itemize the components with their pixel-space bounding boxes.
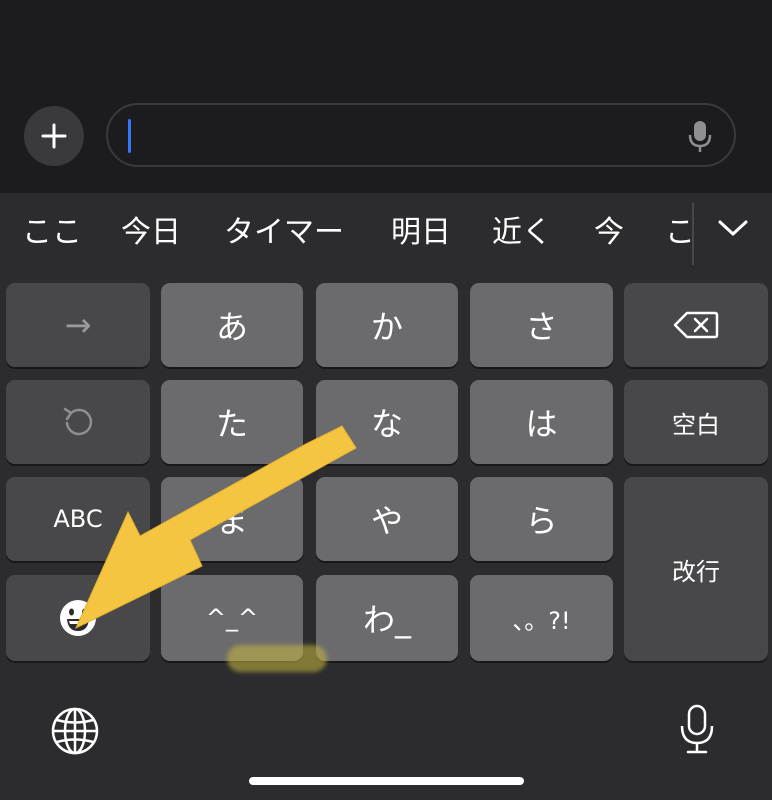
- suggestion-bar: ここ 今日 タイマー 明日 近く 今 こ: [0, 193, 772, 283]
- message-input[interactable]: [106, 103, 736, 167]
- undo-key[interactable]: [6, 380, 150, 464]
- key-label: や: [370, 502, 403, 540]
- home-indicator: [249, 777, 524, 785]
- suggestion-item[interactable]: ここ: [22, 213, 82, 253]
- backspace-icon: [673, 311, 719, 339]
- suggestion-item[interactable]: 今日: [121, 213, 181, 253]
- add-button[interactable]: [24, 106, 84, 166]
- key-sa[interactable]: さ: [470, 283, 613, 367]
- space-key[interactable]: 空白: [624, 380, 768, 464]
- chevron-down-icon[interactable]: [716, 217, 750, 239]
- cursor-right-key[interactable]: →: [6, 283, 150, 367]
- key-label: な: [370, 405, 403, 443]
- text-caret: [128, 119, 131, 153]
- key-label: さ: [525, 308, 558, 346]
- key-ha[interactable]: は: [470, 380, 613, 464]
- key-label: 空白: [672, 410, 720, 439]
- key-wa[interactable]: わ_: [316, 575, 458, 661]
- key-a[interactable]: あ: [161, 283, 303, 367]
- delete-key[interactable]: [624, 283, 768, 367]
- highlight-mark: [227, 645, 327, 672]
- punctuation-key[interactable]: 、。?!: [470, 575, 613, 661]
- key-label: か: [370, 308, 403, 346]
- suggestion-item[interactable]: 今: [594, 213, 624, 253]
- key-ma[interactable]: ま: [161, 477, 303, 561]
- key-na[interactable]: な: [316, 380, 458, 464]
- key-label: た: [215, 405, 248, 443]
- suggestion-item[interactable]: 明日: [391, 213, 451, 253]
- key-label: ら: [525, 502, 558, 540]
- suggestion-divider: [692, 203, 694, 265]
- key-label: は: [525, 405, 558, 443]
- key-label: わ_: [362, 601, 411, 639]
- key-ra[interactable]: ら: [470, 477, 613, 561]
- microphone-icon[interactable]: [678, 704, 716, 756]
- abc-key[interactable]: ABC: [6, 477, 150, 561]
- emoji-key[interactable]: [6, 575, 150, 661]
- key-label: 改行: [672, 557, 720, 586]
- plus-icon: [41, 123, 67, 149]
- suggestion-item[interactable]: こ: [665, 213, 691, 253]
- key-ta[interactable]: た: [161, 380, 303, 464]
- arrow-right-icon: →: [64, 306, 92, 344]
- microphone-icon[interactable]: [688, 119, 712, 155]
- emoji-icon: [60, 600, 96, 636]
- globe-icon[interactable]: [50, 706, 100, 756]
- suggestion-item[interactable]: 近く: [492, 213, 552, 253]
- key-label: あ: [215, 308, 248, 346]
- key-label: 、。?!: [512, 606, 571, 635]
- return-key[interactable]: 改行: [624, 477, 768, 661]
- key-ka[interactable]: か: [316, 283, 458, 367]
- undo-icon: [63, 407, 93, 436]
- key-label: ま: [215, 502, 248, 540]
- key-label: ABC: [53, 505, 103, 533]
- key-ya[interactable]: や: [316, 477, 458, 561]
- key-label: ^_^: [205, 604, 259, 632]
- suggestion-item[interactable]: タイマー: [224, 213, 344, 253]
